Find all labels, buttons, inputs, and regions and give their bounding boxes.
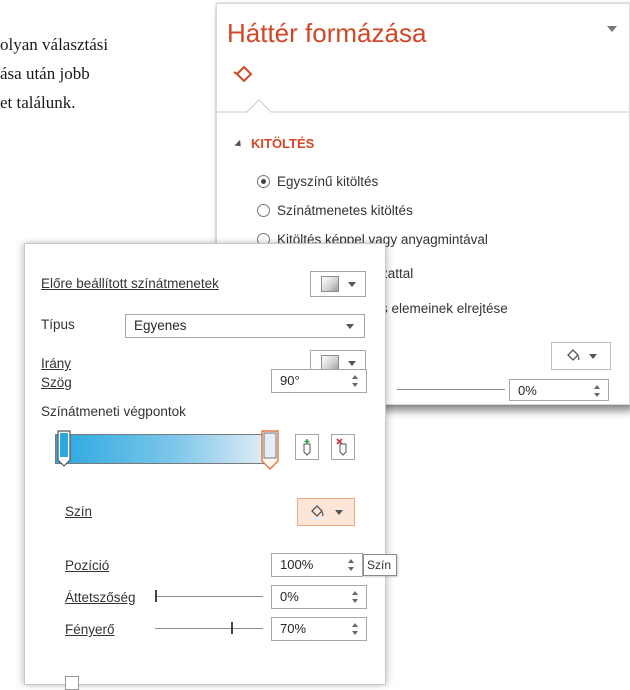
preset-gradients-label: Előre beállított színátmenetek [41, 276, 219, 291]
document-line: olyan választási [0, 35, 109, 54]
option-label: Színátmenetes kitöltés [277, 203, 413, 218]
option-label: Egyszínű kitöltés [277, 174, 379, 189]
brightness-slider-thumb[interactable] [231, 622, 233, 634]
transparency-label: Áttetszőség [65, 590, 136, 605]
gradient-stops-bar[interactable] [55, 434, 271, 464]
paint-bucket-icon [567, 349, 580, 361]
spinner-arrows[interactable] [594, 383, 602, 399]
pane-title: Háttér formázása [227, 18, 427, 48]
paint-bucket-icon[interactable] [233, 64, 255, 91]
brightness-label: Fényerő [65, 622, 115, 637]
gradient-stop-start[interactable] [57, 430, 71, 468]
brightness-value: 70% [280, 621, 307, 636]
remove-stop-icon [336, 438, 347, 456]
hide-background-graphics[interactable]: s elemeinek elrejtése [381, 301, 508, 316]
chevron-down-icon [346, 324, 354, 329]
stop-color-button[interactable] [297, 498, 355, 526]
transparency-value: 0% [280, 589, 299, 604]
option-label: s elemeinek elrejtése [381, 301, 508, 316]
brightness-input[interactable]: 70% [271, 617, 367, 641]
radio-button[interactable] [257, 204, 270, 217]
spinner-arrows[interactable] [352, 589, 360, 605]
tab-indicator [217, 99, 629, 113]
add-gradient-stop-button[interactable] [295, 434, 319, 460]
fill-color-button[interactable] [551, 342, 611, 370]
transparency-slider-thumb[interactable] [155, 590, 157, 602]
gradient-preview-icon [320, 276, 339, 292]
transparency-value: 0% [518, 383, 537, 398]
transparency-input[interactable]: 0% [509, 379, 609, 401]
remove-gradient-stop-button[interactable] [331, 434, 355, 460]
spinner-arrows[interactable] [352, 621, 360, 637]
paint-bucket-icon [311, 505, 325, 520]
chevron-down-icon [347, 281, 356, 287]
type-select[interactable]: Egyenes [125, 314, 365, 338]
position-label: Pozíció [65, 558, 110, 573]
transparency-slider-track[interactable] [397, 389, 505, 390]
collapse-icon [234, 139, 244, 150]
gradient-settings-pane: Előre beállított színátmenetek Típus Egy… [24, 243, 397, 690]
add-stop-icon [303, 439, 311, 456]
type-value: Egyenes [134, 318, 187, 333]
gradient-stop-end[interactable] [261, 430, 279, 471]
preset-gradients-dropdown[interactable] [310, 271, 366, 297]
color-tooltip: Szín [363, 554, 397, 576]
spinner-arrows[interactable] [352, 373, 360, 389]
section-title: KITÖLTÉS [251, 136, 315, 151]
chevron-down-icon [589, 353, 597, 359]
rotate-with-shape-checkbox[interactable] [65, 676, 79, 690]
transparency-slider[interactable] [155, 596, 263, 597]
document-line: et találunk. [0, 93, 76, 112]
type-label: Típus [41, 317, 75, 332]
angle-input[interactable]: 90° [271, 369, 367, 393]
radio-gradient-fill[interactable]: Színátmenetes kitöltés [257, 203, 413, 218]
angle-label: Szög [41, 375, 72, 390]
angle-value: 90° [280, 373, 300, 388]
position-value: 100% [280, 557, 314, 572]
radio-button[interactable] [257, 175, 270, 188]
transparency-input[interactable]: 0% [271, 585, 367, 609]
radio-solid-fill[interactable]: Egyszínű kitöltés [257, 174, 378, 189]
section-header-fill[interactable]: KITÖLTÉS [234, 136, 315, 151]
position-input[interactable]: 100% [271, 553, 363, 577]
chevron-down-icon [347, 360, 356, 366]
color-label: Szín [65, 504, 93, 519]
direction-label: Irány [41, 356, 72, 371]
gradient-stops-label: Színátmeneti végpontok [41, 404, 186, 419]
chevron-down-icon [335, 509, 343, 515]
pane-options-dropdown-icon[interactable] [607, 26, 617, 32]
document-line: ása után jobb [0, 64, 90, 83]
brightness-slider[interactable] [155, 628, 263, 629]
spinner-arrows[interactable] [348, 557, 356, 573]
